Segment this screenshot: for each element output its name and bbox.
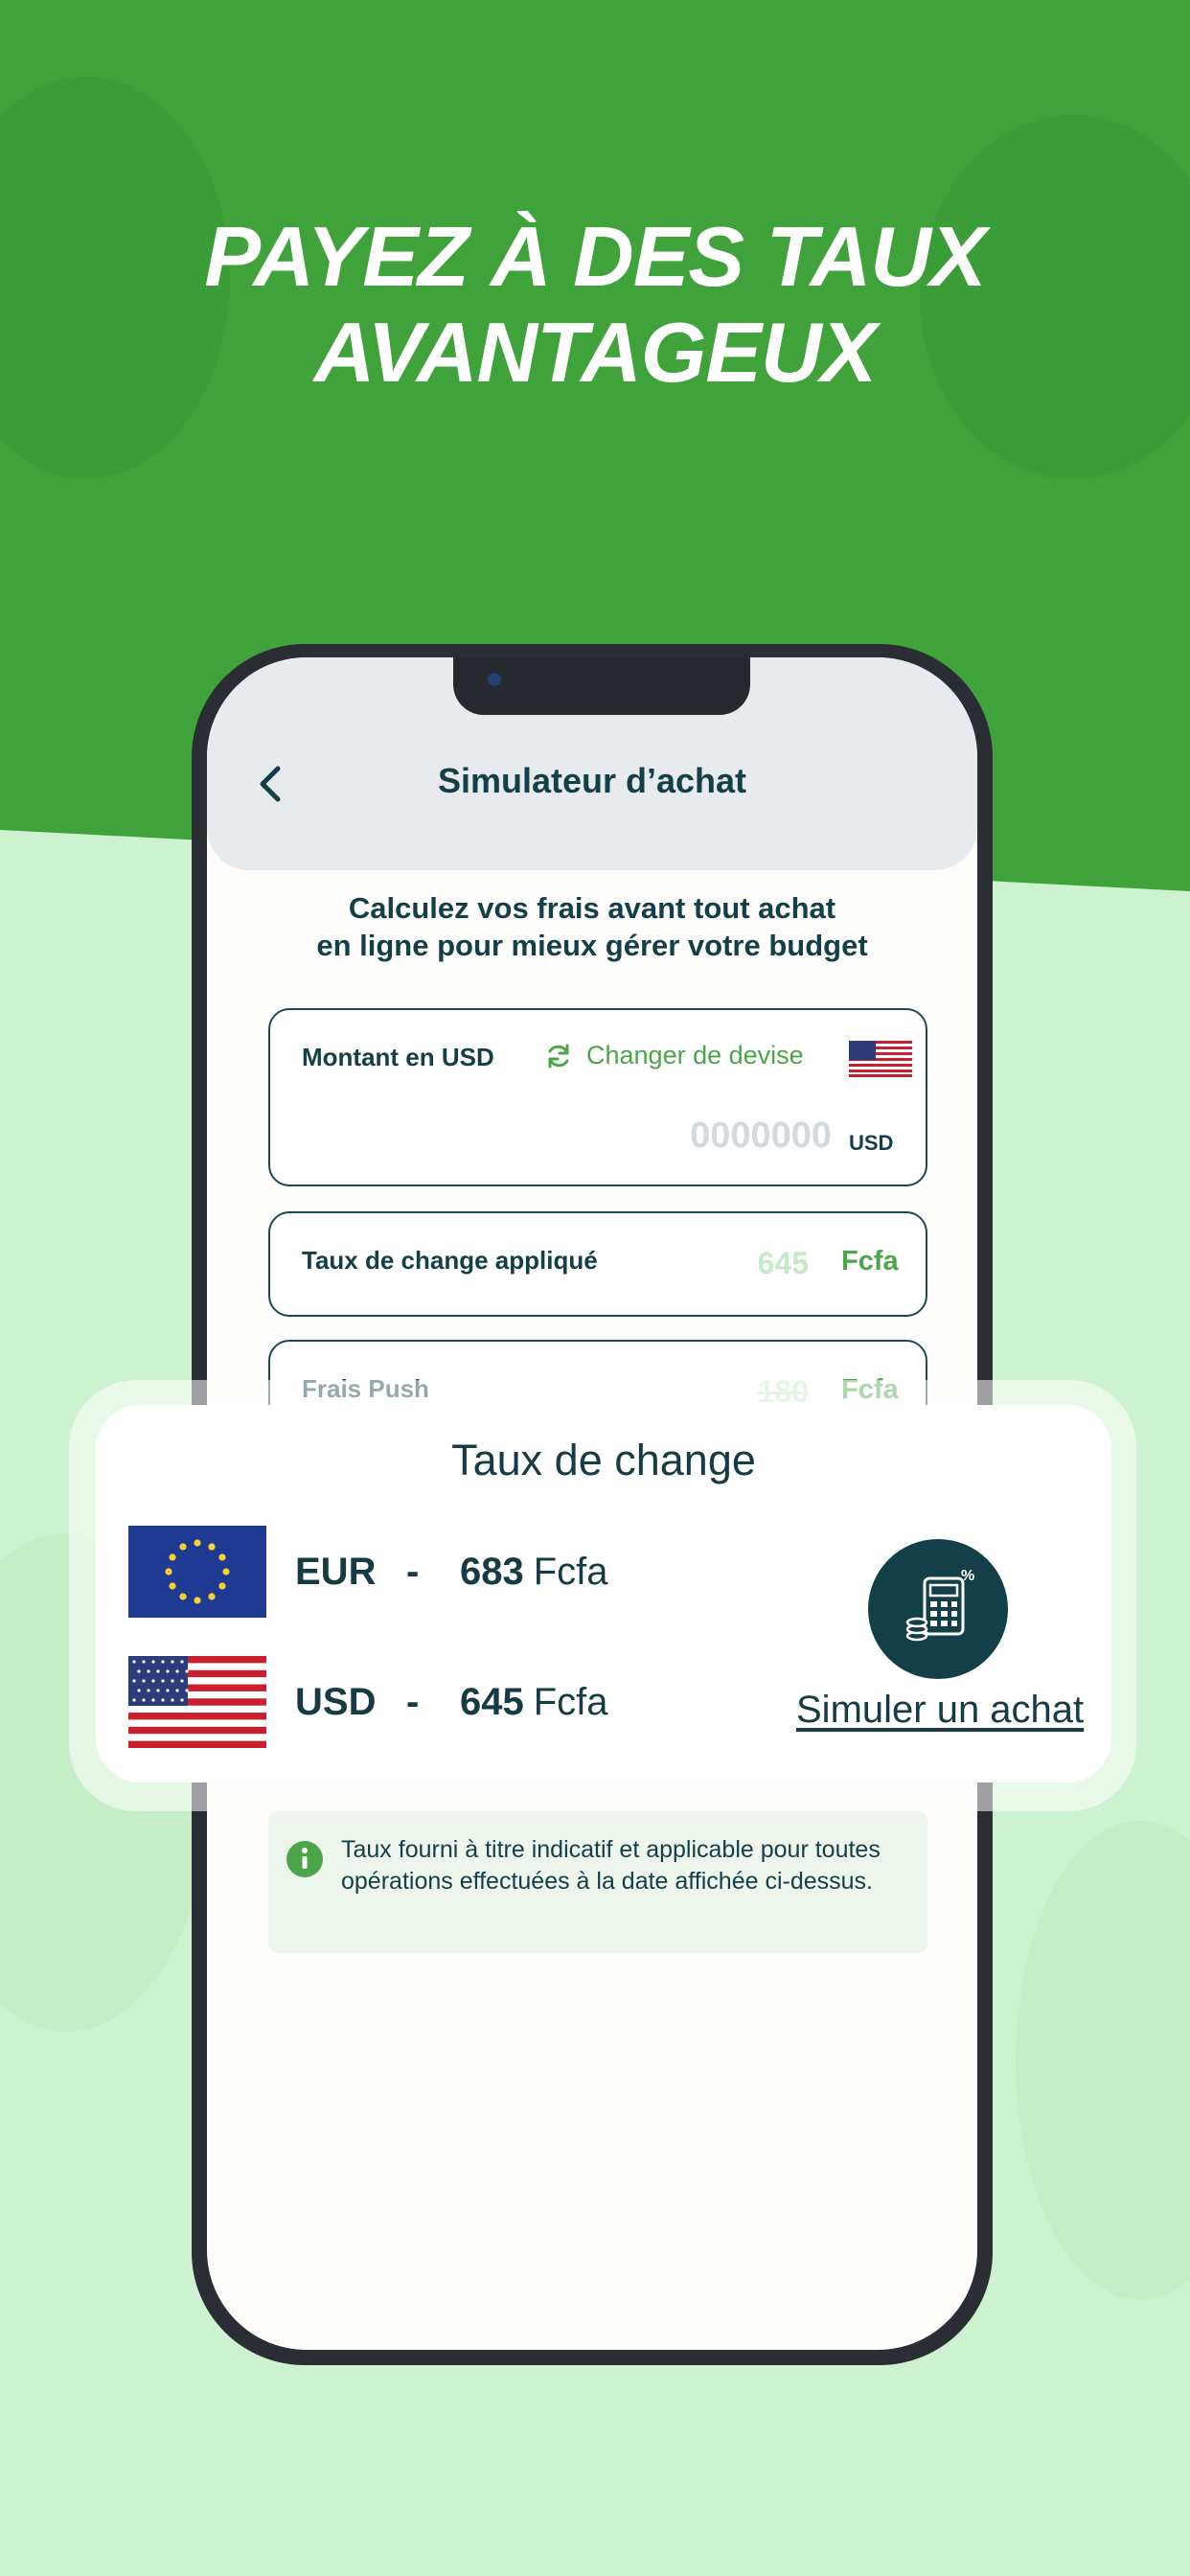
page-title: Simulateur d’achat (437, 761, 747, 800)
change-currency-label: Changer de devise (586, 1041, 804, 1070)
exchange-rate-unit: Fcfa (841, 1246, 899, 1276)
intro-line-1: Calculez vos frais avant tout achat (348, 891, 836, 925)
currency-code: USD (295, 1680, 377, 1723)
simulate-purchase-link[interactable]: Simuler un achat (796, 1689, 1084, 1732)
rates-card: Taux de change EUR - 683 Fcfa USD - 645 … (96, 1405, 1111, 1782)
info-icon (286, 1841, 323, 1877)
amount-input[interactable] (615, 1114, 832, 1158)
refresh-icon (548, 1044, 569, 1068)
camera-icon (488, 673, 501, 686)
phone-notch (453, 657, 750, 715)
rate-row-eur: EUR - 683 Fcfa (128, 1526, 608, 1618)
exchange-rate-field: Taux de change appliqué 645 Fcfa (268, 1211, 927, 1317)
eu-flag-icon (128, 1526, 266, 1618)
rate-unit: Fcfa (533, 1550, 608, 1593)
rate-value: 645 (460, 1680, 524, 1723)
svg-text:%: % (961, 1568, 974, 1584)
exchange-rate-value: 645 (757, 1246, 809, 1280)
us-flag-icon (128, 1656, 266, 1748)
separator: - (406, 1550, 420, 1593)
calculator-button[interactable]: % (868, 1539, 1008, 1679)
calculator-icon: % (905, 1568, 974, 1642)
rate-row-usd: USD - 645 Fcfa (128, 1656, 608, 1748)
info-text: Taux fourni à titre indicatif et applica… (341, 1836, 881, 1895)
headline: PAYEZ À DES TAUX AVANTAGEUX (0, 209, 1190, 401)
amount-label: Montant en USD (302, 1043, 494, 1071)
background-pattern (1016, 1821, 1190, 2300)
amount-field: Montant en USD Changer de devise 0000000… (268, 1008, 927, 1186)
headline-line-1: PAYEZ À DES TAUX (204, 209, 986, 304)
currency-code: EUR (295, 1550, 377, 1593)
intro-line-2: en ligne pour mieux gérer votre budget (316, 929, 868, 962)
rate-unit: Fcfa (533, 1680, 608, 1723)
rate-value: 683 (460, 1550, 524, 1593)
amount-unit: USD (849, 1131, 894, 1155)
intro-text: Calculez vos frais avant tout achat en l… (207, 889, 977, 964)
us-flag-icon[interactable] (849, 1041, 912, 1077)
info-note: Taux fourni à titre indicatif et applica… (268, 1811, 927, 1953)
change-currency-button[interactable]: Changer de devise (544, 1041, 804, 1070)
exchange-rate-label: Taux de change appliqué (302, 1246, 598, 1275)
headline-line-2: AVANTAGEUX (313, 305, 877, 400)
separator: - (406, 1680, 420, 1723)
rates-card-title: Taux de change (451, 1436, 756, 1484)
